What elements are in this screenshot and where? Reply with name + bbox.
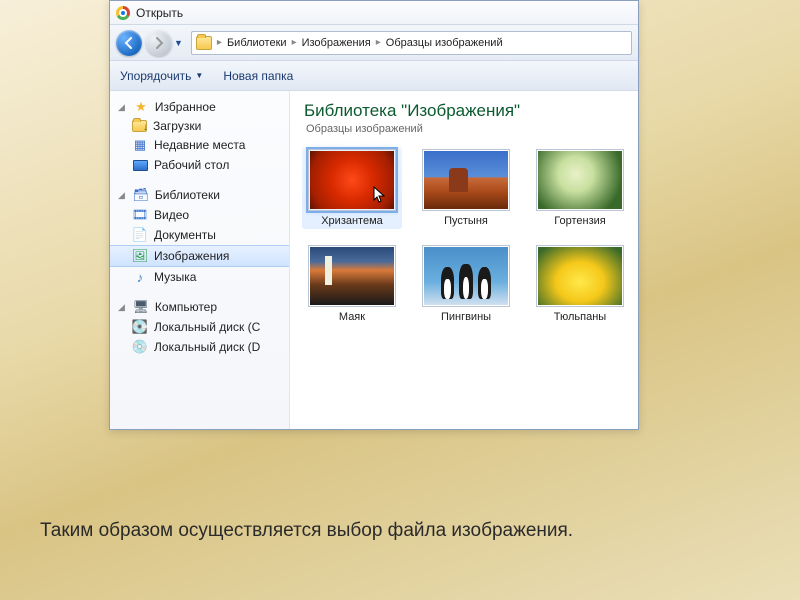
folder-icon (196, 36, 212, 50)
organize-label: Упорядочить (120, 69, 191, 83)
thumbnail-label: Маяк (339, 311, 365, 323)
drive-icon: 💿 (132, 339, 148, 355)
chevron-right-icon: ▸ (289, 37, 300, 48)
video-icon: 🎞 (132, 207, 148, 223)
music-icon: ♪ (132, 269, 148, 285)
forward-button[interactable] (146, 30, 172, 56)
thumbnail-label: Пингвины (441, 311, 491, 323)
sidebar-label: Документы (154, 228, 216, 242)
navbar: ▼ ▸ Библиотеки ▸ Изображения ▸ Образцы и… (110, 25, 638, 61)
content-area: ◢ ★ Избранное Загрузки ▦ Недавние места … (110, 91, 638, 429)
sidebar-group-computer: ◢ 🖥 Компьютер 💽 Локальный диск (C 💿 Лока… (110, 297, 289, 357)
libraries-icon: 🗃 (133, 187, 149, 203)
thumbnail-tulips[interactable]: Тюльпаны (532, 245, 628, 323)
thumbnail-image (308, 149, 396, 211)
library-subtitle: Образцы изображений (306, 123, 624, 135)
sidebar-item-recent[interactable]: ▦ Недавние места (110, 135, 289, 155)
chevron-right-icon: ▸ (373, 37, 384, 48)
sidebar-item-drive-c[interactable]: 💽 Локальный диск (C (110, 317, 289, 337)
thumbnail-image (308, 245, 396, 307)
toolbar: Упорядочить ▼ Новая папка (110, 61, 638, 91)
computer-icon: 🖥 (133, 299, 149, 315)
sidebar-label: Компьютер (155, 300, 217, 314)
thumbnail-lighthouse[interactable]: Маяк (304, 245, 400, 323)
sidebar-item-drive-d[interactable]: 💿 Локальный диск (D (110, 337, 289, 357)
sidebar-label: Музыка (154, 270, 196, 284)
new-folder-button[interactable]: Новая папка (223, 69, 293, 83)
slide-caption: Таким образом осуществляется выбор файла… (40, 520, 573, 542)
sidebar-group-favorites: ◢ ★ Избранное Загрузки ▦ Недавние места … (110, 97, 289, 175)
document-icon: 📄 (132, 227, 148, 243)
star-icon: ★ (133, 99, 149, 115)
cursor-icon (373, 186, 387, 204)
collapse-icon: ◢ (118, 102, 125, 113)
sidebar-item-desktop[interactable]: Рабочий стол (110, 155, 289, 175)
chevron-down-icon: ▼ (195, 71, 203, 80)
sidebar-item-music[interactable]: ♪ Музыка (110, 267, 289, 287)
back-button[interactable] (116, 30, 142, 56)
thumbnail-label: Пустыня (444, 215, 488, 227)
chevron-right-icon: ▸ (214, 37, 225, 48)
sidebar-label: Изображения (154, 249, 229, 263)
sidebar-label: Локальный диск (C (154, 320, 260, 334)
thumbnail-chrysanthemum[interactable]: Хризантема (302, 147, 402, 229)
recent-icon: ▦ (132, 137, 148, 153)
nav-history-dropdown[interactable]: ▼ (174, 38, 183, 48)
sidebar-label: Видео (154, 208, 189, 222)
library-title: Библиотека "Изображения" (304, 101, 624, 121)
thumbnail-image (536, 149, 624, 211)
thumbnail-grid: Хризантема Пустыня Гортензия (304, 149, 624, 323)
sidebar-header-favorites[interactable]: ◢ ★ Избранное (110, 97, 289, 117)
sidebar-label: Рабочий стол (154, 158, 229, 172)
dialog-title: Открыть (136, 6, 183, 20)
sidebar-header-libraries[interactable]: ◢ 🗃 Библиотеки (110, 185, 289, 205)
sidebar-label: Избранное (155, 100, 216, 114)
thumbnail-image (536, 245, 624, 307)
sidebar-item-video[interactable]: 🎞 Видео (110, 205, 289, 225)
breadcrumb-segment[interactable]: Изображения (302, 37, 371, 49)
thumbnail-desert[interactable]: Пустыня (418, 149, 514, 227)
sidebar-label: Библиотеки (155, 188, 220, 202)
thumbnail-label: Тюльпаны (554, 311, 606, 323)
thumbnail-image (422, 149, 510, 211)
thumbnail-image (422, 245, 510, 307)
sidebar-item-documents[interactable]: 📄 Документы (110, 225, 289, 245)
images-icon: 🖼 (132, 248, 148, 264)
sidebar-header-computer[interactable]: ◢ 🖥 Компьютер (110, 297, 289, 317)
organize-menu[interactable]: Упорядочить ▼ (120, 69, 203, 83)
thumbnail-penguins[interactable]: Пингвины (418, 245, 514, 323)
thumbnail-label: Гортензия (554, 215, 605, 227)
titlebar: Открыть (110, 1, 638, 25)
sidebar-label: Локальный диск (D (154, 340, 260, 354)
thumbnail-hydrangea[interactable]: Гортензия (532, 149, 628, 227)
sidebar-label: Недавние места (154, 138, 245, 152)
sidebar-group-libraries: ◢ 🗃 Библиотеки 🎞 Видео 📄 Документы 🖼 Изо… (110, 185, 289, 287)
breadcrumb-segment[interactable]: Образцы изображений (386, 37, 503, 49)
downloads-icon (132, 120, 147, 132)
file-open-dialog: Открыть ▼ ▸ Библиотеки ▸ Изображения ▸ О… (109, 0, 639, 430)
sidebar-item-downloads[interactable]: Загрузки (110, 117, 289, 135)
sidebar-label: Загрузки (153, 119, 201, 133)
desktop-icon (132, 157, 148, 173)
new-folder-label: Новая папка (223, 69, 293, 83)
collapse-icon: ◢ (118, 190, 125, 201)
sidebar: ◢ ★ Избранное Загрузки ▦ Недавние места … (110, 91, 290, 429)
breadcrumb-segment[interactable]: Библиотеки (227, 37, 287, 49)
main-pane: Библиотека "Изображения" Образцы изображ… (290, 91, 638, 429)
collapse-icon: ◢ (118, 302, 125, 313)
drive-icon: 💽 (132, 319, 148, 335)
chrome-icon (116, 6, 130, 20)
sidebar-item-images[interactable]: 🖼 Изображения (110, 245, 289, 267)
breadcrumb[interactable]: ▸ Библиотеки ▸ Изображения ▸ Образцы изо… (191, 31, 632, 55)
thumbnail-label: Хризантема (321, 215, 383, 227)
